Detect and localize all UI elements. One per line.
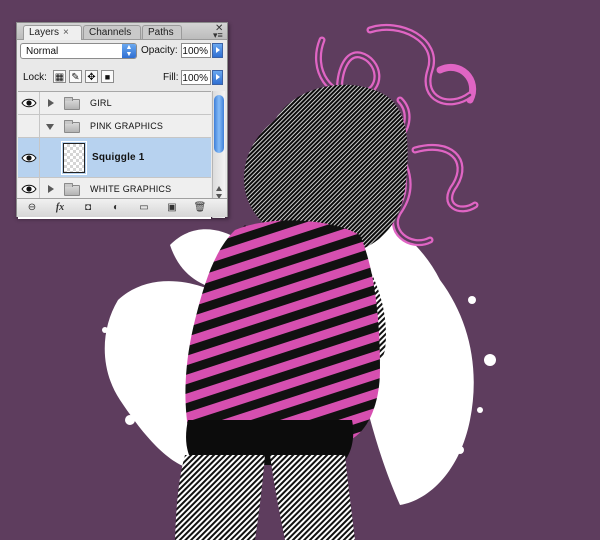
layer-thumbnail: [61, 141, 87, 175]
layer-style-icon[interactable]: fx: [53, 202, 67, 214]
opacity-slider-button[interactable]: [212, 43, 223, 58]
layer-name: WHITE GRAPHICS: [90, 184, 172, 194]
eye-icon: [21, 153, 37, 162]
trash-icon[interactable]: 🗑: [193, 202, 207, 214]
select-arrows-icon: ▲ ▼: [122, 44, 136, 58]
panel-tab-bar: Layers × Channels Paths ✕ ▾≡: [17, 23, 227, 40]
scrollbar-thumb[interactable]: [214, 95, 224, 153]
tab-channels[interactable]: Channels: [83, 25, 141, 39]
expand-arrow-icon[interactable]: [48, 185, 54, 193]
tab-paths-label: Paths: [148, 27, 174, 38]
layer-row-girl[interactable]: GIRL: [18, 92, 211, 115]
fill-label: Fill:: [163, 72, 179, 83]
layer-row-squiggle-1[interactable]: Squiggle 1: [18, 138, 211, 178]
panel-menu-icon[interactable]: ▾≡: [213, 30, 223, 41]
layer-row-pink-graphics[interactable]: PINK GRAPHICS: [18, 115, 211, 138]
folder-icon: [64, 183, 80, 196]
fill-slider-button[interactable]: [212, 70, 223, 85]
lock-position-icon[interactable]: ✥: [85, 70, 98, 83]
visibility-toggle[interactable]: [18, 178, 40, 200]
opacity-label: Opacity:: [141, 45, 178, 56]
visibility-toggle[interactable]: [18, 115, 40, 137]
expand-arrow-icon[interactable]: [48, 99, 54, 107]
tab-layers[interactable]: Layers ×: [23, 25, 82, 40]
new-layer-icon[interactable]: ▣: [165, 202, 179, 214]
adjustment-layer-icon[interactable]: ◐: [109, 202, 123, 214]
eye-icon: [21, 184, 37, 194]
visibility-toggle[interactable]: [18, 138, 40, 177]
fill-field[interactable]: 100%: [181, 70, 211, 85]
tab-layers-label: Layers: [29, 27, 60, 38]
lock-image-icon[interactable]: ✎: [69, 70, 82, 83]
collapse-arrow-icon[interactable]: [46, 124, 54, 130]
scroll-up-icon[interactable]: [216, 186, 222, 191]
folder-icon: [64, 97, 80, 110]
layer-name: PINK GRAPHICS: [90, 121, 164, 131]
panel-bottom-bar: ⊖ fx ◘ ◐ ▭ ▣ 🗑: [17, 198, 227, 217]
folder-icon: [64, 120, 80, 133]
layer-name: GIRL: [90, 98, 112, 108]
tab-paths[interactable]: Paths: [142, 25, 182, 39]
close-tab-icon[interactable]: ×: [63, 27, 69, 38]
lock-transparent-icon[interactable]: ▦: [53, 70, 66, 83]
blend-row: Normal ▲ ▼ Opacity: 100%: [20, 43, 224, 61]
lock-label: Lock:: [23, 72, 47, 83]
eye-icon: [21, 98, 37, 108]
link-layers-icon[interactable]: ⊖: [25, 202, 39, 214]
layers-panel: Layers × Channels Paths ✕ ▾≡ Normal ▲ ▼ Op…: [16, 22, 228, 219]
tab-channels-label: Channels: [89, 27, 132, 38]
visibility-toggle[interactable]: [18, 92, 40, 114]
blend-mode-select[interactable]: Normal ▲ ▼: [20, 43, 137, 59]
new-group-icon[interactable]: ▭: [137, 202, 151, 214]
layer-mask-icon[interactable]: ◘: [81, 202, 95, 214]
opacity-field[interactable]: 100%: [181, 43, 211, 58]
lock-all-icon[interactable]: ■: [101, 70, 114, 83]
blend-mode-value: Normal: [26, 46, 59, 57]
layer-name: Squiggle 1: [92, 152, 145, 163]
